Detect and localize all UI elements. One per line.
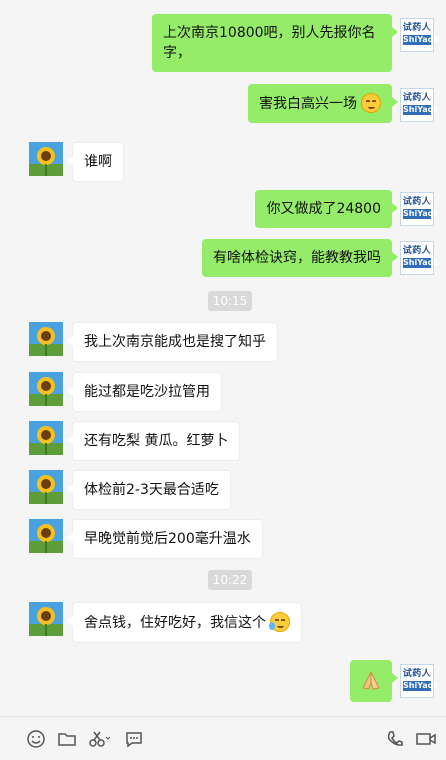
avatar-brand-code: ShiYao8: [403, 681, 439, 691]
message-text: 谁啊: [84, 154, 112, 170]
message-bubble-mine[interactable]: [350, 660, 398, 702]
message-text: 我上次南京能成也是搜了知乎: [84, 334, 266, 350]
laugh-cry-emoji-icon: [269, 612, 290, 632]
chat-area[interactable]: 上次南京10800吧，别人先报你名字， 试药人 ShiYao8 害我白高兴一场 …: [0, 0, 446, 716]
pray-hands-icon: [362, 671, 380, 690]
video-icon[interactable]: [415, 729, 437, 749]
contact-avatar[interactable]: [29, 372, 63, 406]
message-text: 舍点钱，住好吃好，我信这个: [84, 615, 266, 631]
message-text: 害我白高兴一场: [259, 96, 357, 112]
message-text: 体检前2-3天最合适吃: [84, 482, 219, 498]
scissors-icon[interactable]: [88, 729, 112, 749]
timestamp-divider: 10:15: [208, 291, 252, 311]
sunflower-icon: [29, 421, 63, 455]
avatar-brand-name: 试药人: [402, 93, 432, 103]
avatar-brand-code: ShiYao8: [403, 258, 439, 268]
message-bubble-mine[interactable]: 上次南京10800吧，别人先报你名字，: [152, 14, 398, 72]
sunflower-icon: [29, 322, 63, 356]
avatar-brand-name: 试药人: [402, 197, 432, 207]
avatar-brand-code: ShiYao8: [403, 35, 439, 45]
message-bubble-theirs[interactable]: 体检前2-3天最合适吃: [67, 470, 231, 510]
message-bubble-mine[interactable]: 你又做成了24800: [255, 190, 398, 228]
phone-icon[interactable]: [385, 729, 405, 749]
message-bubble-theirs[interactable]: 能过都是吃沙拉管用: [67, 372, 222, 412]
sunflower-icon: [29, 602, 63, 636]
contact-avatar[interactable]: [29, 421, 63, 455]
chat-bubble-icon[interactable]: [124, 729, 144, 749]
my-avatar[interactable]: 试药人 ShiYao8: [400, 241, 439, 275]
avatar-brand-name: 试药人: [402, 23, 432, 33]
sunflower-icon: [29, 470, 63, 504]
smiley-icon[interactable]: [26, 729, 46, 749]
timestamp-divider: 10:22: [208, 570, 252, 590]
message-text: 你又做成了24800: [266, 201, 381, 217]
message-text: 有啥体检诀窍，能教教我吗: [213, 250, 381, 266]
folder-icon[interactable]: [57, 729, 77, 749]
contact-avatar[interactable]: [29, 602, 63, 636]
message-text: 上次南京10800吧，别人先报你名字，: [163, 25, 376, 61]
sunflower-icon: [29, 519, 63, 553]
contact-avatar[interactable]: [29, 322, 63, 356]
message-bubble-theirs[interactable]: 谁啊: [67, 142, 124, 182]
input-toolbar: [0, 716, 446, 760]
my-avatar[interactable]: 试药人 ShiYao8: [400, 18, 439, 52]
contact-avatar[interactable]: [29, 519, 63, 553]
my-avatar[interactable]: 试药人 ShiYao8: [400, 192, 439, 226]
message-bubble-theirs[interactable]: 还有吃梨 黄瓜。红萝卜: [66, 421, 241, 461]
contact-avatar[interactable]: [29, 142, 63, 176]
message-bubble-mine[interactable]: 害我白高兴一场: [248, 84, 398, 123]
message-bubble-theirs[interactable]: 早晚觉前觉后200毫升温水: [67, 519, 263, 559]
my-avatar[interactable]: 试药人 ShiYao8: [400, 88, 439, 122]
message-bubble-theirs[interactable]: 我上次南京能成也是搜了知乎: [67, 322, 278, 362]
avatar-brand-name: 试药人: [402, 246, 432, 256]
grin-emoji-icon: [361, 93, 381, 113]
avatar-brand-code: ShiYao8: [403, 105, 439, 115]
my-avatar[interactable]: 试药人 ShiYao8: [400, 664, 439, 698]
sunflower-icon: [29, 372, 63, 406]
avatar-brand-code: ShiYao8: [403, 209, 439, 219]
message-bubble-theirs[interactable]: 舍点钱，住好吃好，我信这个: [67, 602, 302, 643]
message-text: 能过都是吃沙拉管用: [84, 384, 210, 400]
message-text: 早晚觉前觉后200毫升温水: [84, 531, 251, 547]
sunflower-icon: [29, 142, 63, 176]
message-bubble-mine[interactable]: 有啥体检诀窍，能教教我吗: [202, 239, 398, 277]
contact-avatar[interactable]: [29, 470, 63, 504]
message-text: 还有吃梨 黄瓜。红萝卜: [84, 433, 229, 449]
avatar-brand-name: 试药人: [402, 669, 432, 679]
